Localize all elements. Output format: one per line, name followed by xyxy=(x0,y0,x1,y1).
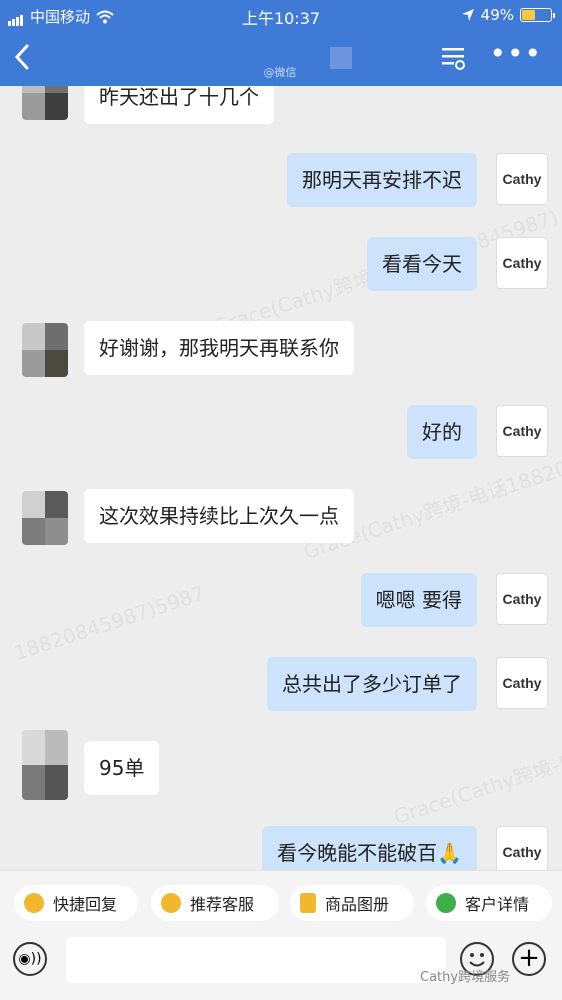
more-dots-icon: ••• xyxy=(489,37,542,70)
contact-avatar[interactable] xyxy=(22,491,68,545)
agent-avatar[interactable]: Cathy xyxy=(496,657,548,709)
footer-watermark: Cathy跨境服务 xyxy=(420,970,511,985)
message-bubble[interactable]: 嗯嗯 要得 xyxy=(360,573,477,627)
message-bubble[interactable]: 好的 xyxy=(407,405,477,459)
message-bubble[interactable]: 这次效果持续比上次久一点 xyxy=(84,489,354,543)
menu-button[interactable] xyxy=(440,44,468,72)
add-button[interactable]: + xyxy=(512,942,546,976)
contact-avatar[interactable] xyxy=(22,730,68,800)
catalog-button[interactable]: 商品图册 xyxy=(290,885,414,921)
voice-button[interactable]: ◉)) xyxy=(13,942,47,976)
chevron-left-icon xyxy=(14,44,29,70)
message-bubble[interactable]: 看看今天 xyxy=(367,237,477,291)
recommend-agent-label: 推荐客服 xyxy=(190,895,255,914)
message-bubble[interactable]: 看今晚能不能破百🙏 xyxy=(262,826,477,870)
more-button[interactable]: ••• xyxy=(489,40,542,68)
list-settings-icon xyxy=(442,48,465,70)
customer-detail-label: 客户详情 xyxy=(465,895,530,914)
watermark: 18820845987)5987 xyxy=(11,580,208,666)
message-bubble[interactable]: 昨天还出了十几个 xyxy=(84,86,274,124)
quick-reply-label: 快捷回复 xyxy=(53,895,118,914)
agent-avatar[interactable]: Cathy xyxy=(496,405,548,457)
agent-avatar[interactable]: Cathy xyxy=(496,153,548,205)
watermark: Grace(Cathy跨境-电话18820845987) xyxy=(390,694,562,830)
recommend-agent-icon xyxy=(161,893,181,913)
customer-detail-icon xyxy=(436,893,456,913)
input-bar: ◉)) + Cathy跨境服务 xyxy=(0,932,562,1000)
agent-avatar[interactable]: Cathy xyxy=(496,826,548,870)
quick-reply-button[interactable]: 快捷回复 xyxy=(14,885,138,921)
agent-avatar[interactable]: Cathy xyxy=(496,237,548,289)
battery-icon xyxy=(520,8,555,22)
contact-avatar[interactable] xyxy=(22,323,68,377)
plus-icon: + xyxy=(518,943,540,973)
message-bubble[interactable]: 总共出了多少订单了 xyxy=(267,657,477,711)
chat-area[interactable]: Grace(Cathy跨境-电话18820845987) Grace(Cathy… xyxy=(0,86,562,870)
status-bar: 中国移动 上午10:37 49% xyxy=(0,0,562,30)
message-bubble[interactable]: 95单 xyxy=(84,741,160,795)
back-button[interactable] xyxy=(12,42,32,78)
agent-avatar[interactable]: Cathy xyxy=(496,573,548,625)
voice-icon: ◉)) xyxy=(18,951,42,967)
contact-avatar[interactable] xyxy=(22,86,68,120)
quick-reply-icon xyxy=(24,893,44,913)
catalog-label: 商品图册 xyxy=(325,895,390,914)
quick-actions-bar: 快捷回复 推荐客服 商品图册 客户详情 xyxy=(0,870,562,933)
page-title: @微信 xyxy=(263,66,297,79)
customer-detail-button[interactable]: 客户详情 xyxy=(426,885,552,921)
message-input[interactable] xyxy=(66,937,446,983)
message-bubble[interactable]: 好谢谢，那我明天再联系你 xyxy=(84,321,354,375)
catalog-icon xyxy=(300,893,316,913)
header: 中国移动 上午10:37 49% @微信 ••• xyxy=(0,0,562,86)
battery-percent: 49% xyxy=(480,6,514,24)
nav-bar: @微信 ••• xyxy=(0,34,562,86)
message-bubble[interactable]: 那明天再安排不迟 xyxy=(287,153,477,207)
recommend-agent-button[interactable]: 推荐客服 xyxy=(151,885,279,921)
location-icon xyxy=(461,9,474,21)
